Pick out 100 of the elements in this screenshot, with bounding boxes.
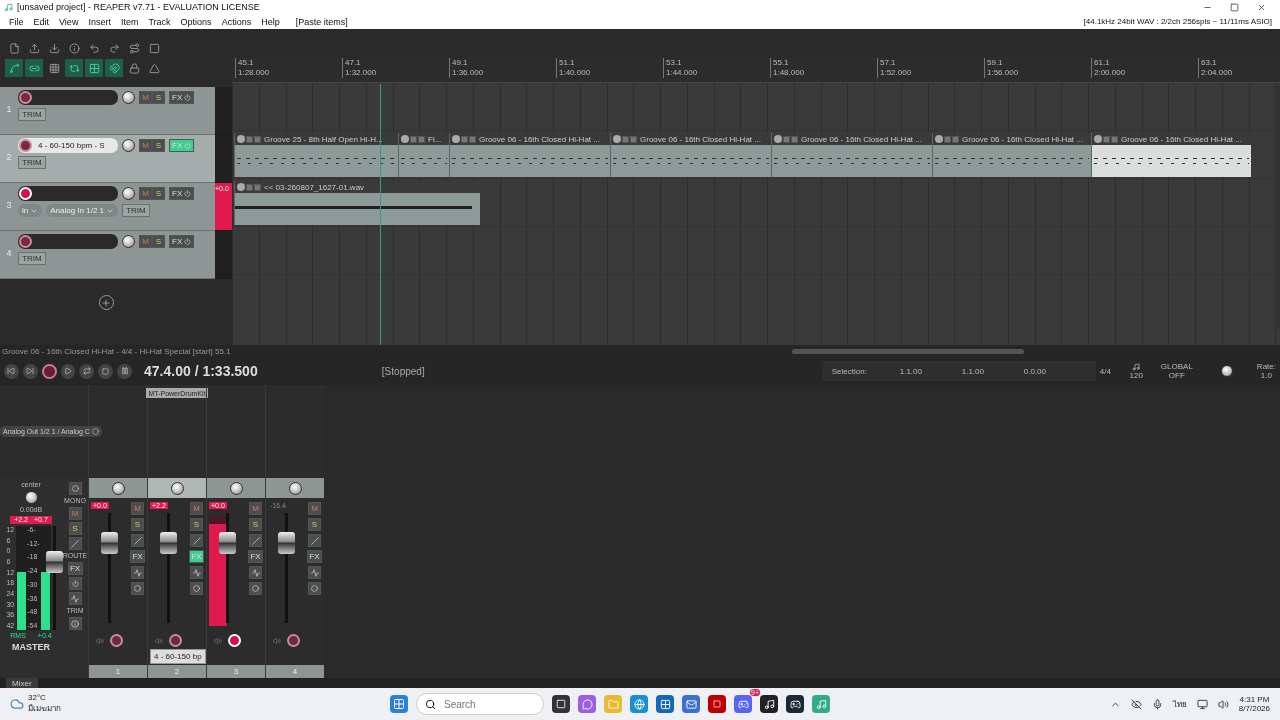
media-item[interactable]: Groove 06 - 16th Closed Hi-Hat ... <box>1091 133 1251 177</box>
skip-back-button[interactable] <box>4 363 19 379</box>
solo-button[interactable]: S <box>152 235 165 248</box>
pan-knob[interactable] <box>170 481 184 495</box>
search-field[interactable]: Search <box>416 693 544 715</box>
menu-item[interactable]: Options <box>175 16 217 27</box>
search-input[interactable]: Search <box>442 697 522 711</box>
solo-button[interactable]: S <box>152 139 165 152</box>
pan-knob[interactable] <box>111 481 125 495</box>
timeline-ruler[interactable]: 45.1 1:28.000 47.1 1:32.000 49.1 1:36.000 51.1 1:40.000 53.1 1:44.000 55.1 1:48.000 57.1 1:52.000 59.1 1:56.000 61.1 2:00.000 63.1 2:04.000 <box>232 57 1280 83</box>
globe-icon[interactable] <box>630 695 648 713</box>
fader-handle[interactable] <box>278 532 295 555</box>
tempo-display[interactable]: 120 <box>1129 362 1143 380</box>
start-icon[interactable] <box>390 695 408 713</box>
menu-item[interactable]: File <box>4 16 29 27</box>
fader-handle[interactable] <box>219 532 236 555</box>
pan-bar[interactable] <box>207 478 265 498</box>
track-name-field[interactable] <box>18 186 118 201</box>
media-item[interactable]: Groove 06 - 16th Closed Hi-Hat ... <box>932 133 1091 177</box>
mail-icon[interactable] <box>682 695 700 713</box>
trim-button[interactable]: TRIM <box>18 252 46 265</box>
window-icon[interactable] <box>552 695 570 713</box>
stop-button[interactable] <box>98 363 114 379</box>
menu-item[interactable]: Item <box>115 16 144 27</box>
fx-button[interactable]: FX <box>67 562 83 575</box>
toolbar-button[interactable] <box>85 59 103 77</box>
global-timebase-button[interactable]: GLOBAL OFF <box>1160 362 1193 380</box>
route-button[interactable] <box>190 534 203 547</box>
toolbar-button[interactable] <box>65 59 83 77</box>
menu-item[interactable]: Insert <box>83 16 116 27</box>
mixer-tab[interactable]: Mixer <box>6 678 38 688</box>
track-header[interactable]: 2 4 - 60-150 bpm - S M S FX TRIM <box>0 135 215 183</box>
pan-bar[interactable] <box>148 478 206 498</box>
mono-button[interactable] <box>68 482 82 495</box>
solo-button[interactable]: S <box>308 518 321 531</box>
language-indicator[interactable]: ไทย <box>1172 697 1187 711</box>
pan-bar[interactable] <box>89 478 147 498</box>
track-name-field[interactable]: 4 - 60-150 bpm - S <box>18 138 118 153</box>
toolbar-button[interactable] <box>25 59 43 77</box>
trim-button[interactable]: TRIM <box>18 108 46 121</box>
phase-button[interactable] <box>131 582 144 595</box>
phase-button[interactable] <box>308 582 321 595</box>
pause-button[interactable] <box>117 363 133 379</box>
fx-button[interactable]: FX <box>130 550 145 563</box>
solo-button[interactable]: S <box>190 518 203 531</box>
pan-knob[interactable] <box>229 481 243 495</box>
close-icon[interactable] <box>1257 2 1266 12</box>
record-arm-button[interactable] <box>19 139 32 152</box>
media-item[interactable]: Fi... <box>398 133 449 177</box>
track-name-field[interactable] <box>18 234 118 249</box>
fx-button[interactable]: FX <box>248 550 263 563</box>
trim-button[interactable]: TRIM <box>18 156 46 169</box>
track-header[interactable]: 1 M S FX TRIM <box>0 87 215 135</box>
route-button[interactable] <box>308 534 321 547</box>
fader-handle[interactable] <box>160 532 177 555</box>
route-button[interactable] <box>131 534 144 547</box>
menu-item[interactable]: Edit <box>28 16 55 27</box>
route-button[interactable] <box>249 534 262 547</box>
media-item[interactable]: Groove 06 - 16th Closed Hi-Hat ... <box>771 133 932 177</box>
solo-button[interactable]: S <box>152 91 165 104</box>
monitor-icon[interactable] <box>1196 698 1208 710</box>
envelope-button[interactable] <box>190 566 203 579</box>
maximize-icon[interactable] <box>1230 2 1239 12</box>
media-item[interactable]: << 03-260807_1627-01.wav <box>234 181 480 225</box>
power-button[interactable] <box>68 577 82 590</box>
solo-button[interactable]: S <box>152 187 165 200</box>
menu-item[interactable]: Track <box>143 16 176 27</box>
chat-bubble-icon[interactable] <box>578 695 596 713</box>
fx-button[interactable]: FX <box>307 550 322 563</box>
eye-off-icon[interactable] <box>1130 698 1142 710</box>
microphone-icon[interactable] <box>1151 698 1163 710</box>
envelope-button[interactable] <box>68 592 82 605</box>
volume-knob[interactable] <box>122 187 135 200</box>
loop-button[interactable] <box>79 363 95 379</box>
volume-knob[interactable] <box>122 235 135 248</box>
pan-bar[interactable] <box>266 478 324 498</box>
menu-item[interactable]: Actions <box>216 16 257 27</box>
track-header[interactable]: 3 M S FX in Analog In 1/2 1 TRIM <box>0 183 215 231</box>
fx-button[interactable]: FX <box>169 187 195 200</box>
trim-button[interactable]: TRIM <box>122 204 150 217</box>
input-selector[interactable]: Analog In 1/2 1 <box>46 204 119 217</box>
envelope-button[interactable] <box>249 566 262 579</box>
music-icon[interactable] <box>760 695 778 713</box>
toolbar-button[interactable] <box>105 59 123 77</box>
menu-item[interactable]: View <box>54 16 84 27</box>
solo-button[interactable]: S <box>68 522 82 535</box>
volume-knob[interactable] <box>122 91 135 104</box>
toolbar-button[interactable] <box>5 59 23 77</box>
route-button[interactable] <box>68 537 82 550</box>
gamepad-icon[interactable] <box>786 695 804 713</box>
app-icon[interactable] <box>708 695 726 713</box>
phase-button[interactable] <box>249 582 262 595</box>
speaker-icon[interactable] <box>1217 698 1229 710</box>
menu-item[interactable]: Help <box>256 16 285 27</box>
phase-button[interactable] <box>190 582 203 595</box>
fx-button[interactable]: FX <box>169 91 195 104</box>
solo-button[interactable]: S <box>249 518 262 531</box>
input-mode-selector[interactable]: in <box>18 204 43 217</box>
store-icon[interactable] <box>656 695 674 713</box>
record-button[interactable] <box>41 363 57 379</box>
